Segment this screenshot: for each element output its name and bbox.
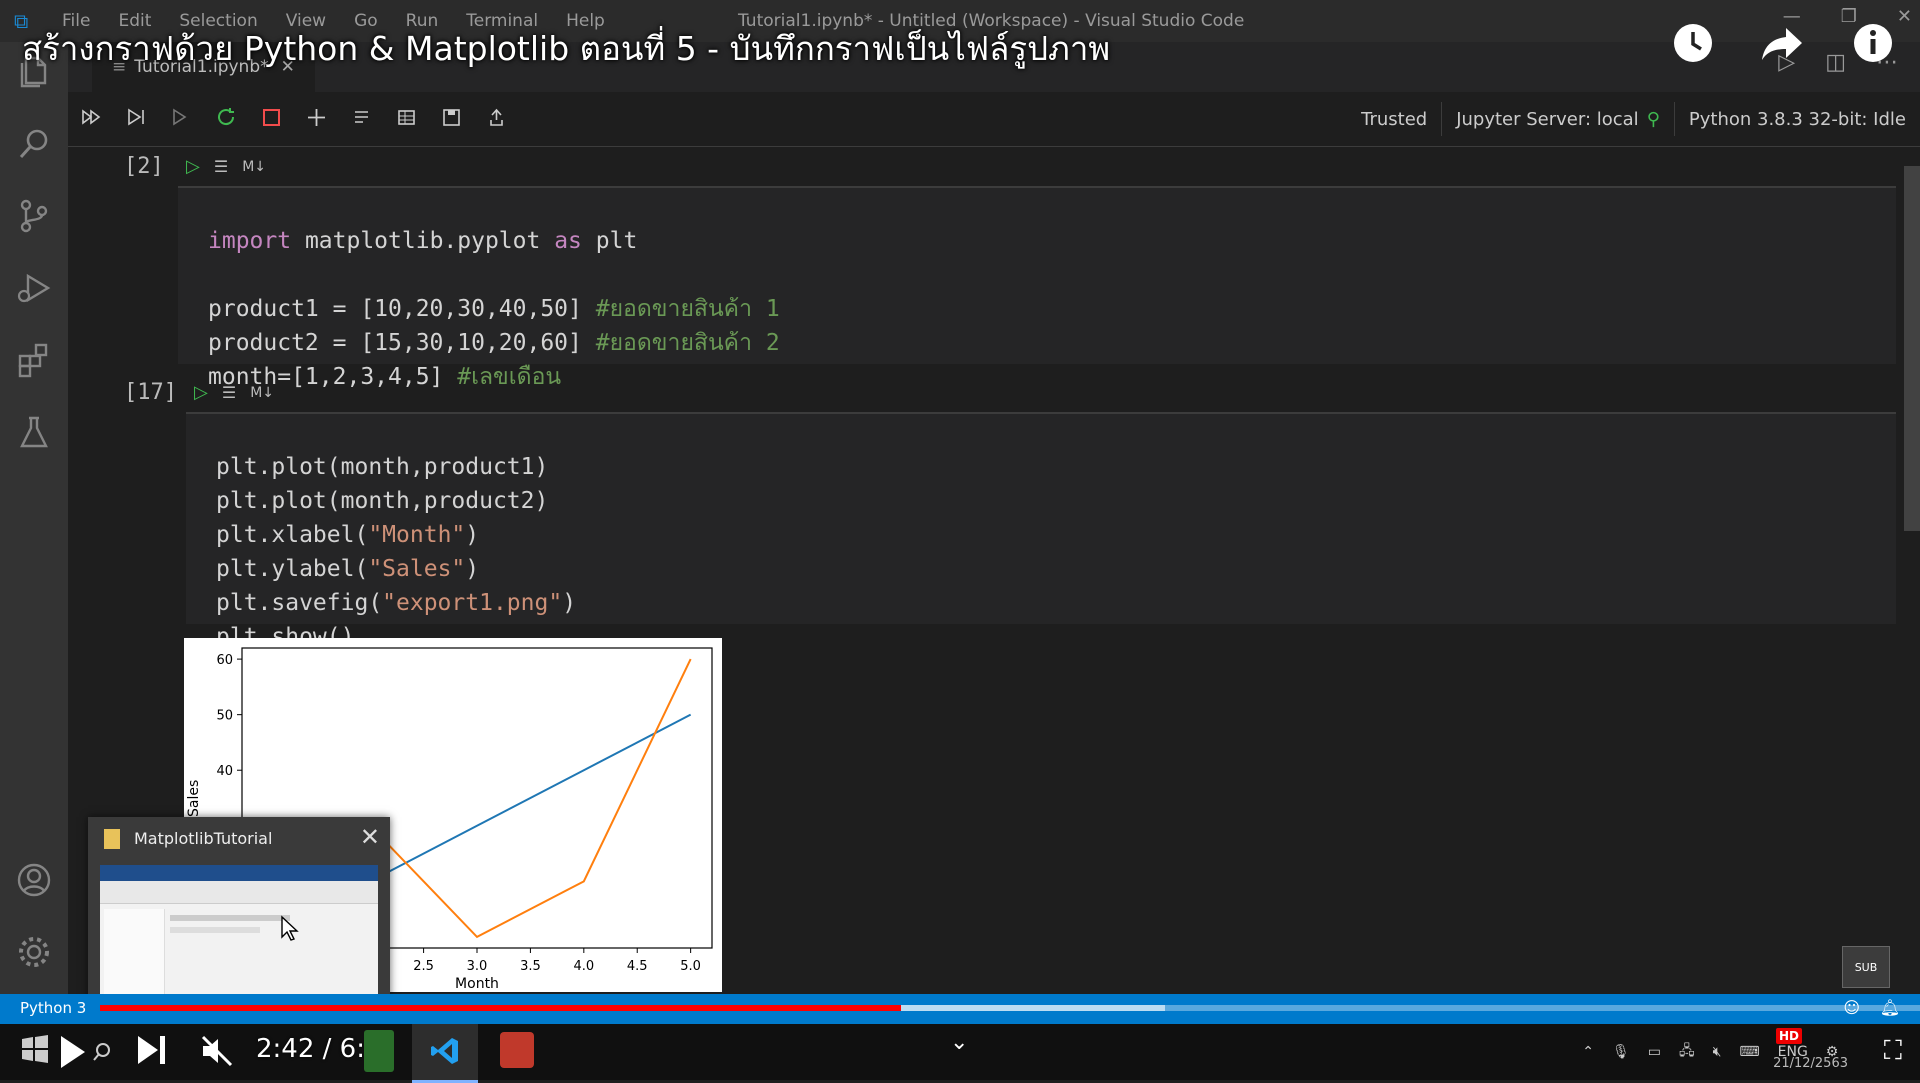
code-line: plt.ylabel("Sales") <box>216 556 480 582</box>
code-line: plt.savefig("export1.png") <box>216 590 577 616</box>
export-icon[interactable] <box>485 106 508 129</box>
code-cell-1[interactable]: [2] ▷ ☰ M↓ import matplotlib.pyplot as p… <box>68 146 1920 390</box>
windows-start-icon[interactable] <box>20 1034 50 1064</box>
y-tick-label: 60 <box>216 653 233 668</box>
run-by-line-icon[interactable]: ☰ <box>214 157 228 176</box>
mouse-cursor-icon <box>281 915 299 941</box>
x-axis-label: Month <box>455 976 499 992</box>
exit-fullscreen-icon[interactable]: ⛶ <box>1884 1036 1902 1067</box>
clear-outputs-icon[interactable] <box>350 106 373 129</box>
add-cell-icon[interactable] <box>305 106 328 129</box>
notebook-toolbar: Trusted Jupyter Server: local ⚲ Python 3… <box>68 92 1920 147</box>
share-arrow-icon[interactable] <box>1760 20 1806 66</box>
x-tick-label: 4.5 <box>627 959 648 974</box>
code-line: product1 = [10,20,30,40,50] #ยอดขายสินค้… <box>208 296 780 322</box>
restart-kernel-icon[interactable] <box>215 106 238 129</box>
x-tick-label: 4.0 <box>573 959 594 974</box>
run-debug-icon[interactable] <box>14 268 54 308</box>
speaker-muted-icon[interactable]: 🔇︎ <box>1713 1044 1722 1060</box>
status-python[interactable]: Python 3 <box>20 999 86 1017</box>
run-cell-icon[interactable]: ▷ <box>186 156 200 177</box>
close-thumbnail-icon[interactable]: ✕ <box>360 823 380 851</box>
run-all-icon[interactable] <box>80 106 103 129</box>
keyboard-icon[interactable]: ⌨︎ <box>1739 1044 1759 1060</box>
next-video-icon[interactable] <box>136 1034 170 1066</box>
taskbar-thumbnail-popup[interactable]: MatplotlibTutorial ✕ <box>88 817 390 1013</box>
kernel-status[interactable]: Python 3.8.3 32-bit: Idle <box>1673 102 1920 136</box>
flask-icon[interactable] <box>14 412 54 452</box>
trusted-status[interactable]: Trusted <box>1347 102 1441 136</box>
cell-editor[interactable]: import matplotlib.pyplot as plt product1… <box>178 186 1896 390</box>
execution-count: [17] <box>124 380 177 405</box>
code-line: import matplotlib.pyplot as plt <box>208 228 638 254</box>
video-progress-bar[interactable] <box>100 1005 1920 1011</box>
code-line: plt.plot(month,product1) <box>216 454 549 480</box>
taskbar-app-pycharm-icon[interactable] <box>364 1030 394 1072</box>
jupyter-server-label: Jupyter Server: local <box>1456 108 1639 130</box>
jupyter-server-status[interactable]: Jupyter Server: local ⚲ <box>1441 102 1674 136</box>
expand-chevron-icon[interactable]: ⌄ <box>950 1030 968 1055</box>
video-title[interactable]: สร้างกราฟด้วย Python & Matplotlib ตอนที่… <box>22 22 1110 75</box>
interrupt-kernel-icon[interactable] <box>260 106 283 129</box>
run-above-icon[interactable] <box>125 106 148 129</box>
source-control-icon[interactable] <box>14 196 54 236</box>
taskbar-app-vscode[interactable] <box>412 1024 478 1083</box>
hd-quality-badge: HD <box>1775 1028 1802 1044</box>
activity-bar <box>0 42 68 994</box>
save-icon[interactable] <box>440 106 463 129</box>
code-line: plt.xlabel("Month") <box>216 522 480 548</box>
muted-volume-icon[interactable] <box>200 1034 234 1068</box>
vscode-taskbar-icon <box>431 1038 458 1064</box>
code-line: plt.plot(month,product2) <box>216 488 549 514</box>
editor-scrollbar[interactable] <box>1904 166 1920 531</box>
taskbar-date: 21/12/2563 <box>1773 1056 1848 1071</box>
x-tick-label: 2.5 <box>413 959 434 974</box>
x-tick-label: 3.5 <box>520 959 541 974</box>
video-top-actions <box>1670 20 1896 66</box>
close-window-icon[interactable]: ✕ <box>1897 6 1912 27</box>
thumbnail-preview[interactable] <box>100 865 378 1013</box>
microphone-icon[interactable]: 🎙︎ <box>1612 1044 1630 1060</box>
code-line: product2 = [15,30,10,20,60] #ยอดขายสินค้… <box>208 330 780 356</box>
taskbar-search-icon[interactable] <box>92 1042 112 1062</box>
run-below-icon[interactable] <box>170 106 193 129</box>
variables-icon[interactable] <box>395 106 418 129</box>
play-icon[interactable] <box>58 1034 88 1070</box>
markdown-toggle[interactable]: M↓ <box>242 159 266 175</box>
markdown-toggle[interactable]: M↓ <box>250 385 274 401</box>
network-icon[interactable]: 🖧︎ <box>1679 1040 1695 1064</box>
x-tick-label: 3.0 <box>467 959 488 974</box>
y-axis-label: Sales <box>186 780 202 817</box>
extensions-icon[interactable] <box>14 340 54 380</box>
thumbnail-title: MatplotlibTutorial <box>134 829 273 848</box>
cell-editor[interactable]: plt.plot(month,product1) plt.plot(month,… <box>186 412 1896 650</box>
info-icon[interactable] <box>1850 20 1896 66</box>
y-tick-label: 40 <box>216 764 233 779</box>
folder-icon <box>104 829 120 849</box>
account-icon[interactable] <box>14 860 54 900</box>
tray-chevron-icon[interactable]: ⌃ <box>1582 1044 1594 1060</box>
y-tick-label: 50 <box>216 709 233 724</box>
connected-plug-icon: ⚲ <box>1646 108 1660 130</box>
run-by-line-icon[interactable]: ☰ <box>222 383 236 402</box>
settings-gear-icon[interactable] <box>14 932 54 972</box>
run-cell-icon[interactable]: ▷ <box>194 382 208 403</box>
battery-icon[interactable]: ▭ <box>1648 1044 1661 1060</box>
x-tick-label: 5.0 <box>680 959 701 974</box>
search-icon[interactable] <box>14 124 54 164</box>
watch-later-clock-icon[interactable] <box>1670 20 1716 66</box>
video-played <box>100 1005 901 1011</box>
subtitles-badge[interactable]: SUB <box>1842 946 1890 988</box>
video-time: 2:42 / 6:1 <box>256 1034 382 1064</box>
code-cell-2[interactable]: [17] ▷ ☰ M↓ plt.plot(month,product1) plt… <box>68 372 1920 650</box>
system-tray: ⌃ 🎙︎ ▭ 🖧︎ 🔇︎ ⌨︎ ENG ⚙︎ ⛶ <box>1582 1036 1902 1067</box>
taskbar-app-recorder-icon[interactable] <box>500 1032 534 1068</box>
execution-count: [2] <box>124 154 164 179</box>
